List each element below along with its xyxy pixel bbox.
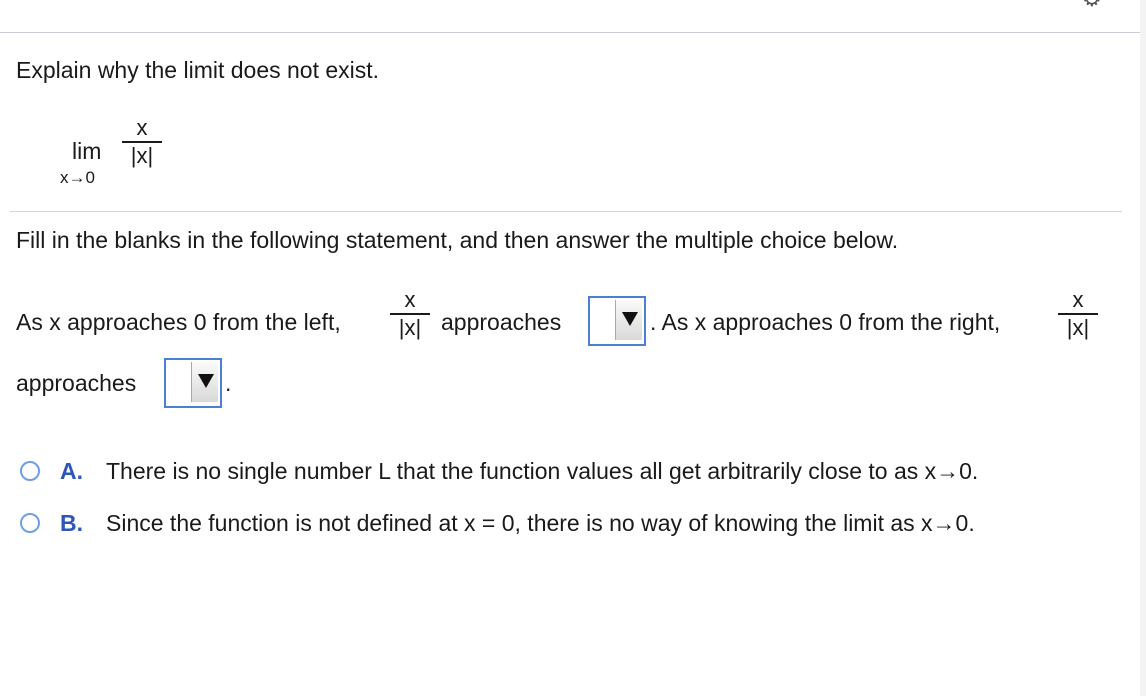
limit-denominator: |x| [130, 142, 154, 168]
choice-letter: B. [60, 510, 83, 536]
dropdown-arrow-button[interactable] [191, 362, 218, 402]
statement-fraction-left: x |x| [390, 288, 430, 340]
triangle-down-icon [198, 374, 214, 388]
right-limit-dropdown[interactable] [164, 358, 222, 408]
triangle-down-icon [622, 312, 638, 326]
lim-approach: x→0 [60, 168, 95, 187]
fraction-numerator: x [1072, 287, 1084, 312]
statement-part4: approaches [16, 370, 137, 396]
statement-part5: . [225, 370, 232, 396]
dropdown-arrow-button[interactable] [615, 300, 642, 340]
limit-expression: lim x→0 x |x| [58, 112, 168, 202]
lim-label: lim [72, 138, 102, 164]
statement-part2: approaches [441, 309, 562, 335]
gear-icon[interactable]: ⚙ [1082, 0, 1110, 10]
choice-b[interactable]: B. Since the function is not defined at … [20, 502, 1120, 542]
left-limit-dropdown[interactable] [588, 296, 646, 346]
section-divider [10, 211, 1122, 212]
choice-letter: A. [60, 458, 83, 484]
scrollbar-edge[interactable] [1140, 0, 1146, 696]
statement-part3: . As x approaches 0 from the right, [650, 309, 1001, 335]
radio-button-b[interactable] [20, 513, 40, 533]
statement-fraction-right: x |x| [1058, 288, 1098, 340]
limit-numerator: x [136, 115, 148, 140]
fraction-numerator: x [404, 287, 416, 312]
choice-text: Since the function is not defined at x =… [106, 510, 975, 536]
fraction-denominator: |x| [398, 314, 422, 340]
radio-button-a[interactable] [20, 461, 40, 481]
limit-fraction: x |x| [122, 116, 162, 168]
header-divider [0, 32, 1140, 33]
instructions: Fill in the blanks in the following stat… [16, 227, 899, 253]
question-prompt: Explain why the limit does not exist. [16, 57, 380, 83]
statement-part1: As x approaches 0 from the left, [16, 309, 341, 335]
choice-text: There is no single number L that the fun… [106, 458, 979, 484]
choice-a[interactable]: A. There is no single number L that the … [20, 450, 1120, 490]
fraction-denominator: |x| [1066, 314, 1090, 340]
